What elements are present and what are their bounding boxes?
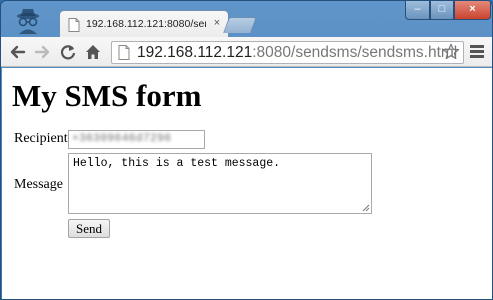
page-icon bbox=[68, 18, 80, 32]
tab-close-icon[interactable]: × bbox=[210, 16, 224, 30]
back-arrow-icon[interactable] bbox=[9, 43, 27, 61]
menu-icon[interactable] bbox=[470, 45, 484, 59]
message-textarea[interactable]: Hello, this is a test message. bbox=[68, 153, 372, 214]
url-path: :8080/sendsms/sendsms.html bbox=[252, 44, 458, 61]
window-controls: – □ × bbox=[405, 1, 491, 21]
close-window-button[interactable]: × bbox=[454, 1, 491, 20]
page-icon bbox=[118, 45, 130, 60]
message-value: Hello, this is a test message. bbox=[73, 157, 281, 170]
page-content: My SMS form Recipient +36309646d7296 Mes… bbox=[2, 68, 492, 299]
recipient-label: Recipient bbox=[14, 131, 68, 146]
reload-icon[interactable] bbox=[59, 43, 77, 61]
tab-title: 192.168.112.121:8080/sendsms/sendsms.htm… bbox=[86, 18, 206, 30]
maximize-button[interactable]: □ bbox=[430, 1, 454, 20]
recipient-value: +36309646d7296 bbox=[72, 133, 172, 145]
url-text: 192.168.112.121:8080/sendsms/sendsms.htm… bbox=[137, 44, 457, 62]
browser-toolbar: 192.168.112.121:8080/sendsms/sendsms.htm… bbox=[1, 37, 492, 67]
recipient-input[interactable]: +36309646d7296 bbox=[68, 130, 205, 149]
star-icon[interactable] bbox=[442, 43, 460, 61]
address-bar[interactable]: 192.168.112.121:8080/sendsms/sendsms.htm… bbox=[111, 41, 464, 64]
new-tab-button[interactable] bbox=[223, 17, 257, 33]
resize-grip-icon[interactable] bbox=[362, 204, 370, 212]
tab-active[interactable]: 192.168.112.121:8080/sendsms/sendsms.htm… bbox=[59, 10, 229, 37]
message-label: Message bbox=[14, 177, 63, 192]
browser-window: 192.168.112.121:8080/sendsms/sendsms.htm… bbox=[0, 0, 493, 300]
send-button[interactable]: Send bbox=[68, 219, 110, 238]
incognito-icon bbox=[17, 9, 39, 34]
page-title: My SMS form bbox=[12, 78, 202, 113]
tab-strip: 192.168.112.121:8080/sendsms/sendsms.htm… bbox=[1, 1, 492, 37]
minimize-button[interactable]: – bbox=[405, 1, 430, 20]
url-host: 192.168.112.121 bbox=[137, 44, 253, 61]
home-icon[interactable] bbox=[84, 43, 102, 61]
forward-arrow-icon[interactable] bbox=[33, 43, 51, 61]
